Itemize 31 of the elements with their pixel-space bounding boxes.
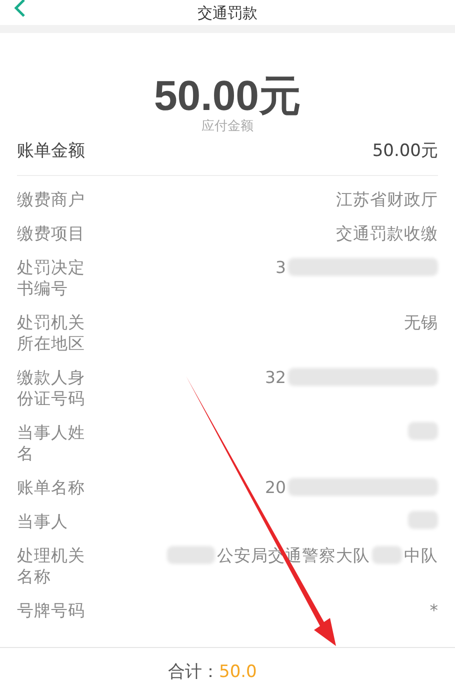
amount-caption: 应付金额 xyxy=(202,119,254,135)
redacted-block xyxy=(167,546,215,564)
field-label: 当事人 xyxy=(17,510,69,532)
total-amount: 50.0 xyxy=(219,662,257,682)
field-label: 处罚决定书编号 xyxy=(17,256,86,298)
field-value: 20 xyxy=(265,476,286,498)
total-label: 合计： xyxy=(168,661,219,683)
field-label: 缴费项目 xyxy=(17,222,86,244)
field-value: 交通罚款收缴 xyxy=(336,222,438,244)
field-label: 缴费商户 xyxy=(17,188,86,210)
field-value: 公安局交通警察大队 xyxy=(217,544,370,566)
field-value: * xyxy=(430,600,438,620)
redacted-block xyxy=(408,422,438,440)
field-label: 处理机关名称 xyxy=(17,544,86,586)
back-button[interactable] xyxy=(14,0,26,17)
field-value: 江苏省财政厅 xyxy=(336,188,438,210)
field-label: 号牌号码 xyxy=(17,600,86,620)
page-title: 交通罚款 xyxy=(198,4,258,24)
field-label: 账单名称 xyxy=(17,476,86,498)
bill-amount-value: 50.00元 xyxy=(372,140,438,163)
field-label: 处罚机关所在地区 xyxy=(17,312,86,354)
field-value: 32 xyxy=(265,366,286,388)
field-value: 无锡 xyxy=(404,312,438,332)
redacted-block xyxy=(408,510,438,528)
payable-amount: 50.00元 xyxy=(154,73,302,119)
redacted-block xyxy=(372,546,402,564)
field-value: 3 xyxy=(276,256,286,278)
bill-amount-label: 账单金额 xyxy=(17,140,85,163)
field-value: 中队 xyxy=(404,544,438,566)
field-label: 缴款人身份证号码 xyxy=(17,366,86,408)
field-label: 当事人姓名 xyxy=(17,422,86,464)
